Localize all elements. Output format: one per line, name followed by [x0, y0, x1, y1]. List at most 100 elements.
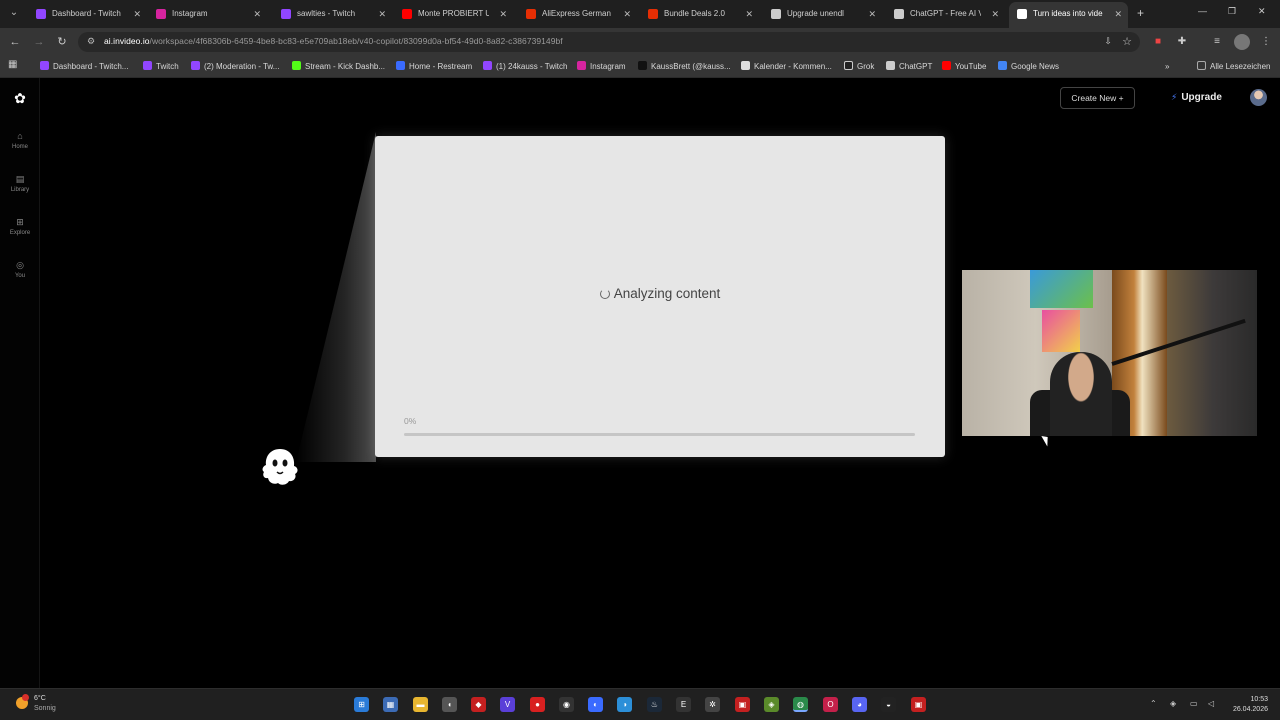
app-cyan-icon[interactable]: ◑ — [617, 697, 632, 712]
bookmark-item[interactable]: Grok — [844, 60, 874, 74]
sidebar: ✿ ⌂ Home ▤ Library ⊞ Explore ◎ You — [0, 78, 40, 688]
sidebar-item-label: You — [14, 273, 26, 279]
app-viewport: ✿ ⌂ Home ▤ Library ⊞ Explore ◎ You Creat… — [0, 78, 1280, 688]
progress-bar — [404, 433, 915, 436]
app-stream2-icon[interactable]: ▣ — [911, 697, 926, 712]
url-path: /workspace/4f68306b-6459-4be8-bc83-e5e70… — [149, 36, 563, 46]
volume-icon[interactable]: ◁ — [1208, 699, 1214, 708]
tab-upgrade[interactable]: Upgrade unendl ✕ — [763, 4, 882, 24]
discord-icon[interactable]: ◕ — [852, 697, 867, 712]
bookmark-item[interactable]: KaussBrett (@kauss... — [638, 60, 731, 74]
apps-grid-icon[interactable]: ▦ — [8, 59, 17, 70]
bookmark-item[interactable]: (2) Moderation - Tw... — [191, 60, 279, 74]
bookmark-item[interactable]: Instagram — [577, 60, 626, 74]
bookmarks-overflow-icon[interactable]: » — [1165, 60, 1169, 74]
aliexpress-icon — [526, 9, 536, 19]
opera-icon[interactable]: O — [823, 697, 838, 712]
bolt-icon: ⚡ — [1171, 92, 1178, 102]
extensions-puzzle-icon[interactable]: ✚ — [1174, 34, 1190, 50]
new-tab-icon[interactable]: + — [1137, 5, 1151, 21]
app-dark-icon[interactable]: ◒ — [881, 697, 896, 712]
bookmark-item[interactable]: Twitch — [143, 60, 179, 74]
app-blue-icon[interactable]: ◐ — [588, 697, 603, 712]
bookmark-item[interactable]: ChatGPT — [886, 60, 932, 74]
explore-icon: ⊞ — [16, 217, 24, 227]
file-explorer-icon[interactable]: ▬ — [413, 697, 428, 712]
bookmark-item[interactable]: YouTube — [942, 60, 986, 74]
close-icon[interactable]: ✕ — [378, 4, 386, 24]
tab-invideo[interactable]: Turn ideas into vide ✕ — [1009, 2, 1128, 28]
bookmarks-bar: Dashboard - Twitch... Twitch (2) Moderat… — [0, 56, 1280, 78]
forward-icon[interactable]: → — [31, 34, 47, 50]
app-record-icon[interactable]: ● — [530, 697, 545, 712]
window-close-icon[interactable]: ✕ — [1258, 6, 1266, 17]
bookmark-item[interactable]: Kalender - Kommen... — [741, 60, 832, 74]
extension-icon[interactable]: ■ — [1150, 34, 1166, 50]
close-icon[interactable]: ✕ — [868, 4, 876, 24]
sidebar-item-home[interactable]: ⌂ Home — [0, 130, 40, 150]
all-bookmarks[interactable]: Alle Lesezeichen — [1197, 60, 1270, 74]
tab-chatgpt[interactable]: ChatGPT - Free AI Vi ✕ — [886, 4, 1005, 24]
instagram-icon — [577, 61, 586, 70]
create-new-button[interactable]: Create New + — [1060, 87, 1135, 109]
start-icon[interactable]: ⊞ — [354, 697, 369, 712]
app-green-icon[interactable]: ◈ — [764, 697, 779, 712]
bookmark-item[interactable]: Stream - Kick Dashb... — [292, 60, 385, 74]
avatar[interactable] — [1250, 89, 1267, 106]
tray-app-icon[interactable]: ◈ — [1170, 699, 1176, 708]
bookmark-item[interactable]: Home - Restream — [396, 60, 472, 74]
home-icon: ⌂ — [17, 131, 23, 141]
app-red-icon[interactable]: ◆ — [471, 697, 486, 712]
install-app-icon[interactable]: ⇩ — [1104, 36, 1112, 47]
v-app-icon[interactable]: V — [500, 697, 515, 712]
bookmark-item[interactable]: Dashboard - Twitch... — [40, 60, 128, 74]
minimize-icon[interactable]: — — [1198, 6, 1207, 16]
tab-sawlties-twitch[interactable]: sawlties - Twitch ✕ — [273, 4, 392, 24]
sidebar-item-you[interactable]: ◎ You — [0, 259, 40, 279]
close-icon[interactable]: ✕ — [991, 4, 999, 24]
close-icon[interactable]: ✕ — [499, 4, 507, 24]
clock[interactable]: 10:53 26.04.2026 — [1226, 695, 1268, 715]
mouse-app-icon[interactable]: ◖ — [442, 697, 457, 712]
epic-icon[interactable]: E — [676, 697, 691, 712]
bookmark-star-icon[interactable]: ☆ — [1122, 35, 1132, 48]
steam-icon[interactable]: ♨ — [647, 697, 662, 712]
upgrade-button[interactable]: ⚡ Upgrade — [1171, 92, 1222, 103]
calculator-icon[interactable]: ▦ — [383, 697, 398, 712]
back-icon[interactable]: ← — [7, 34, 23, 50]
twitch-icon — [40, 61, 49, 70]
site-info-icon[interactable]: ⚙ — [87, 36, 95, 47]
tab-instagram[interactable]: Instagram ✕ — [148, 4, 267, 24]
browser-menu-icon[interactable]: ⋮ — [1258, 34, 1274, 50]
close-icon[interactable]: ✕ — [745, 4, 753, 24]
ghost-mascot-icon — [262, 449, 298, 485]
chrome-icon[interactable]: ◍ — [793, 697, 808, 712]
close-icon[interactable]: ✕ — [253, 4, 261, 24]
folder-icon — [1197, 61, 1206, 70]
instagram-icon — [156, 9, 166, 19]
obs-icon[interactable]: ◉ — [559, 697, 574, 712]
tab-dashboard-twitch[interactable]: Dashboard - Twitch ✕ — [28, 4, 147, 24]
invideo-logo-icon[interactable]: ✿ — [12, 90, 28, 106]
bookmark-item[interactable]: Google News — [998, 60, 1059, 74]
address-bar[interactable]: ⚙ ai.invideo.io/workspace/4f68306b-6459-… — [78, 32, 1140, 52]
sidebar-item-library[interactable]: ▤ Library — [0, 173, 40, 193]
bookmark-item[interactable]: (1) 24kauss - Twitch — [483, 60, 567, 74]
network-icon[interactable]: ▭ — [1190, 699, 1198, 708]
bookmark-label: YouTube — [955, 62, 987, 71]
close-icon[interactable]: ✕ — [623, 4, 631, 24]
tab-aliexpress[interactable]: AliExpress German ✕ — [518, 4, 637, 24]
close-icon[interactable]: ✕ — [133, 4, 141, 24]
reload-icon[interactable]: ↻ — [54, 34, 70, 50]
tray-overflow-icon[interactable]: ⌃ — [1150, 699, 1157, 708]
app-stream-icon[interactable]: ▣ — [735, 697, 750, 712]
media-control-icon[interactable]: ≡ — [1209, 34, 1225, 50]
profile-avatar[interactable] — [1234, 34, 1250, 50]
tab-youtube-monte[interactable]: Monte PROBIERT UL ✕ — [394, 4, 513, 24]
sidebar-item-explore[interactable]: ⊞ Explore — [0, 216, 40, 236]
restore-icon[interactable]: ❐ — [1228, 6, 1236, 17]
settings-icon[interactable]: ✲ — [705, 697, 720, 712]
close-icon[interactable]: ✕ — [1114, 2, 1122, 26]
tab-bundle-deals[interactable]: Bundle Deals 2.0 ✕ — [640, 4, 759, 24]
tab-search-icon[interactable]: ⌄ — [6, 5, 22, 21]
